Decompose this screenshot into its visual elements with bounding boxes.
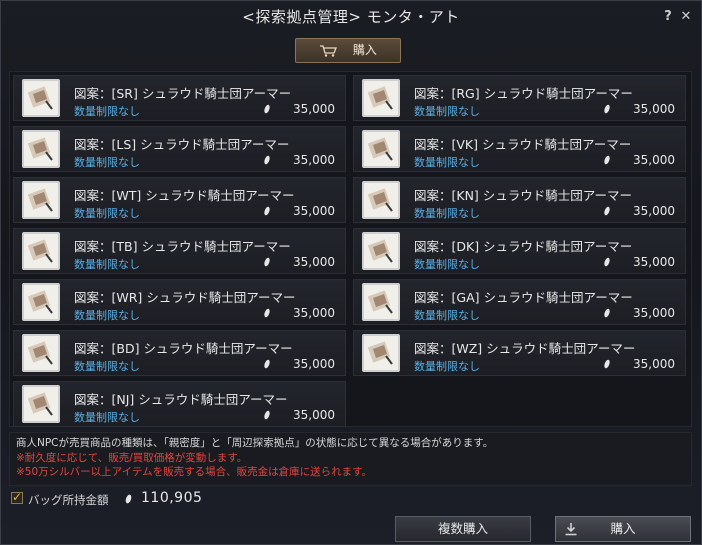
- silver-coin-icon: [604, 257, 610, 267]
- blueprint-icon: [362, 130, 400, 168]
- silver-coin-icon: [264, 410, 270, 420]
- notice-panel: 商人NPCが売買商品の種類は、「親密度」と「周辺探索拠点」の状態に応じて異なる場…: [9, 432, 692, 486]
- silver-coin-icon: [604, 359, 610, 369]
- notice-line-durability: ※耐久度に応じて、販売/買取価格が変動します。: [16, 451, 248, 464]
- multi-buy-label: 複数購入: [437, 521, 488, 536]
- item-price: 35,000: [293, 255, 335, 269]
- shop-item-kn[interactable]: 図案：[KN] シュラウド騎士団アーマー 数量制限なし 35,000: [353, 177, 686, 223]
- blueprint-icon: [22, 79, 60, 117]
- help-icon[interactable]: ?: [661, 10, 675, 24]
- item-name: 図案：[BD] シュラウド騎士団アーマー: [74, 341, 293, 356]
- item-price: 35,000: [293, 408, 335, 422]
- blueprint-icon: [22, 130, 60, 168]
- item-price: 35,000: [293, 102, 335, 116]
- shop-item-ls[interactable]: 図案：[LS] シュラウド騎士団アーマー 数量制限なし 35,000: [13, 126, 346, 172]
- item-name: 図案：[WZ] シュラウド騎士団アーマー: [414, 341, 636, 356]
- blueprint-icon: [362, 232, 400, 270]
- item-name: 図案：[WT] シュラウド騎士団アーマー: [74, 188, 295, 203]
- item-limit: 数量制限なし: [414, 105, 480, 118]
- item-price: 35,000: [633, 306, 675, 320]
- close-icon[interactable]: ✕: [679, 10, 693, 24]
- shop-item-wr[interactable]: 図案：[WR] シュラウド騎士団アーマー 数量制限なし 35,000: [13, 279, 346, 325]
- item-name: 図案：[VK] シュラウド騎士団アーマー: [414, 137, 632, 152]
- silver-coin-icon: [604, 155, 610, 165]
- vendor-window: <探索拠点管理> モンタ・アト ? ✕ 購入 図案：[SR] シュラウド騎士団ア…: [0, 0, 702, 545]
- blueprint-icon: [22, 385, 60, 423]
- silver-amount: 110,905: [141, 490, 203, 506]
- bag-money-checkbox[interactable]: [11, 490, 23, 504]
- item-price: 35,000: [293, 306, 335, 320]
- item-limit: 数量制限なし: [414, 360, 480, 373]
- shop-item-rg[interactable]: 図案：[RG] シュラウド騎士団アーマー 数量制限なし 35,000: [353, 75, 686, 121]
- silver-coin-icon: [264, 359, 270, 369]
- blueprint-icon: [362, 181, 400, 219]
- silver-coin-icon: [264, 104, 270, 114]
- item-name: 図案：[GA] シュラウド騎士団アーマー: [414, 290, 633, 305]
- item-name: 図案：[DK] シュラウド騎士団アーマー: [414, 239, 633, 254]
- item-limit: 数量制限なし: [414, 258, 480, 271]
- cart-icon: [320, 44, 338, 57]
- item-name: 図案：[NJ] シュラウド騎士団アーマー: [74, 392, 288, 407]
- blueprint-icon: [22, 283, 60, 321]
- item-limit: 数量制限なし: [74, 207, 140, 220]
- item-limit: 数量制限なし: [74, 360, 140, 373]
- item-name: 図案：[TB] シュラウド騎士団アーマー: [74, 239, 291, 254]
- shop-item-tb[interactable]: 図案：[TB] シュラウド騎士団アーマー 数量制限なし 35,000: [13, 228, 346, 274]
- item-limit: 数量制限なし: [74, 258, 140, 271]
- silver-coin-icon: [264, 308, 270, 318]
- item-price: 35,000: [293, 204, 335, 218]
- item-limit: 数量制限なし: [74, 411, 140, 424]
- silver-coin-icon: [264, 257, 270, 267]
- buy-tab-label: 購入: [352, 43, 377, 57]
- shop-item-vk[interactable]: 図案：[VK] シュラウド騎士団アーマー 数量制限なし 35,000: [353, 126, 686, 172]
- item-price: 35,000: [633, 102, 675, 116]
- blueprint-icon: [362, 334, 400, 372]
- shop-item-ga[interactable]: 図案：[GA] シュラウド騎士団アーマー 数量制限なし 35,000: [353, 279, 686, 325]
- silver-coin-icon: [264, 155, 270, 165]
- shop-item-bd[interactable]: 図案：[BD] シュラウド騎士団アーマー 数量制限なし 35,000: [13, 330, 346, 376]
- buy-label: 購入: [610, 521, 636, 536]
- shop-item-wz[interactable]: 図案：[WZ] シュラウド騎士団アーマー 数量制限なし 35,000: [353, 330, 686, 376]
- item-limit: 数量制限なし: [74, 105, 140, 118]
- item-price: 35,000: [293, 153, 335, 167]
- silver-coin-icon: [125, 494, 132, 504]
- silver-coin-icon: [264, 206, 270, 216]
- blueprint-icon: [362, 79, 400, 117]
- blueprint-icon: [362, 283, 400, 321]
- silver-coin-icon: [604, 104, 610, 114]
- blueprint-icon: [22, 334, 60, 372]
- buy-button[interactable]: 購入: [555, 516, 691, 542]
- multi-buy-button[interactable]: 複数購入: [395, 516, 531, 542]
- blueprint-icon: [22, 181, 60, 219]
- notice-line-storage: ※50万シルバー以上アイテムを販売する場合、販売金は倉庫に送られます。: [16, 466, 373, 478]
- shop-item-nj[interactable]: 図案：[NJ] シュラウド騎士団アーマー 数量制限なし 35,000: [13, 381, 346, 427]
- item-limit: 数量制限なし: [74, 156, 140, 169]
- item-name: 図案：[WR] シュラウド騎士団アーマー: [74, 290, 296, 305]
- bag-money-label: バッグ所持金額: [28, 493, 109, 507]
- item-limit: 数量制限なし: [414, 309, 480, 322]
- item-limit: 数量制限なし: [74, 309, 140, 322]
- item-price: 35,000: [633, 153, 675, 167]
- shop-item-sr[interactable]: 図案：[SR] シュラウド騎士団アーマー 数量制限なし 35,000: [13, 75, 346, 121]
- item-price: 35,000: [293, 357, 335, 371]
- download-icon: [565, 523, 577, 536]
- silver-coin-icon: [604, 308, 610, 318]
- item-price: 35,000: [633, 204, 675, 218]
- item-name: 図案：[RG] シュラウド騎士団アーマー: [414, 86, 633, 101]
- item-name: 図案：[SR] シュラウド騎士団アーマー: [74, 86, 292, 101]
- shop-item-dk[interactable]: 図案：[DK] シュラウド騎士団アーマー 数量制限なし 35,000: [353, 228, 686, 274]
- item-limit: 数量制限なし: [414, 207, 480, 220]
- blueprint-icon: [22, 232, 60, 270]
- item-price: 35,000: [633, 255, 675, 269]
- item-limit: 数量制限なし: [414, 156, 480, 169]
- shop-item-wt[interactable]: 図案：[WT] シュラウド騎士団アーマー 数量制限なし 35,000: [13, 177, 346, 223]
- item-name: 図案：[KN] シュラウド騎士団アーマー: [414, 188, 633, 203]
- notice-line-info: 商人NPCが売買商品の種類は、「親密度」と「周辺探索拠点」の状態に応じて異なる場…: [16, 437, 494, 449]
- item-price: 35,000: [633, 357, 675, 371]
- window-title: <探索拠点管理> モンタ・アト: [242, 8, 460, 26]
- item-name: 図案：[LS] シュラウド騎士団アーマー: [74, 137, 290, 152]
- silver-coin-icon: [604, 206, 610, 216]
- buy-tab-button[interactable]: 購入: [295, 38, 401, 63]
